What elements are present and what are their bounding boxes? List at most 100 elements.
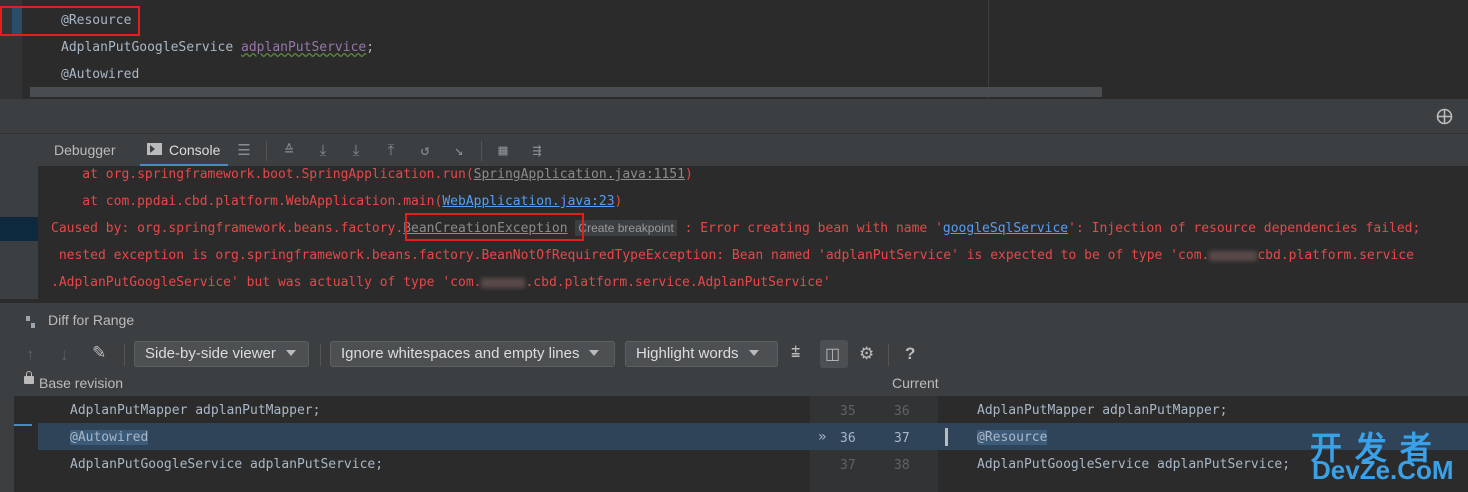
lock-icon [24,371,34,384]
editor-line-field: AdplanPutGoogleService adplanPutService; [61,40,374,55]
viewer-dropdown-label: Side-by-side viewer [145,345,276,362]
edit-icon[interactable]: ✎ [92,343,106,363]
text-cursor [945,428,948,446]
active-tab-indicator [140,164,228,166]
line-number-left: 37 [840,458,856,473]
base-revision-label: Base revision [39,375,124,391]
line-number-right: 37 [894,431,910,446]
left-diff-pane[interactable]: AdplanPutMapper adplanPutMapper; @Autowi… [14,396,810,492]
code-editor[interactable]: @Resource AdplanPutGoogleService adplanP… [0,0,1468,99]
diff-window: Diff for Range ↑ ↓ ✎ Side-by-side viewer… [0,303,1468,492]
toolbar-separator [888,344,889,366]
diff-line: AdplanPutMapper adplanPutMapper; [977,403,1228,418]
diff-gutter: 35 36 » 36 37 37 38 [810,396,938,492]
current-label: Current [892,375,939,391]
change-marker [14,424,32,426]
help-icon[interactable]: ? [905,344,915,364]
changed-line-highlight [38,423,810,450]
console-text: .AdplanPutGoogleService' but was actuall… [51,275,482,290]
chevron-down-icon [748,350,759,356]
watermark-bottom: DevZe.CoM [1312,455,1454,485]
console-text: ) [614,194,623,209]
field-name: adplanPutService [241,40,367,55]
editor-divider [988,0,989,99]
step-over-icon[interactable]: ⤓ [315,142,331,158]
changed-word: @Resource [977,430,1048,445]
next-difference-icon[interactable]: ↓ [60,345,69,365]
diff-line: AdplanPutGoogleService adplanPutService; [977,457,1291,472]
line-number-left: 36 [840,431,856,446]
show-execution-point-icon[interactable]: ≙ [281,142,297,158]
console-line: nested exception is org.springframework.… [51,248,1414,263]
source-link[interactable]: SpringApplication.java:1151 [474,167,685,182]
toolbar-separator [481,141,482,161]
diff-title: Diff for Range [48,312,135,328]
selected-frame [0,217,38,241]
chevron-down-icon [285,350,296,356]
tool-window-tabs: Debugger Console ☰ ≙ ⤓ ⤓ ⤒ ↺ ↘ ▦ ⇶ [0,134,1468,166]
crosshair-icon[interactable] [1436,108,1453,125]
console-text: Caused by: org.springframework.beans.fac… [51,221,404,236]
console-line: at org.springframework.boot.SpringApplic… [51,167,693,182]
console-text: cbd.platform.service [1257,248,1414,263]
diff-line-changed: @Autowired [70,430,149,445]
console-text: at com.ppdai.cbd.platform.WebApplication… [51,194,443,209]
console-text: ': Injection of resource dependencies fa… [1068,221,1421,236]
line-number-right: 36 [894,404,910,419]
toolbar-separator [266,141,267,161]
console-text: at org.springframework.boot.SpringApplic… [51,167,474,182]
line-number-left: 35 [840,404,856,419]
source-link[interactable]: WebApplication.java:23 [442,194,614,209]
previous-difference-icon[interactable]: ↑ [26,345,35,365]
diff-line: AdplanPutGoogleService adplanPutService; [70,457,384,472]
tab-debugger[interactable]: Debugger [54,142,116,158]
line-number-right: 38 [894,458,910,473]
console-text: .cbd.platform.service.AdplanPutService' [525,275,831,290]
console-text: ) [684,167,693,182]
whitespace-dropdown-label: Ignore whitespaces and empty lines [341,345,580,362]
gear-icon[interactable]: ⚙ [859,344,874,364]
sync-scroll-icon: ◫ [825,346,841,363]
viewer-dropdown[interactable]: Side-by-side viewer [134,341,309,367]
changed-line-highlight [810,423,938,450]
tab-console[interactable]: Console [169,142,220,158]
semicolon: ; [366,40,375,55]
redacted-text [1209,250,1258,261]
console-left-bar [0,166,38,299]
type-name: AdplanPutGoogleService [61,40,234,55]
create-breakpoint-hint[interactable]: Create breakpoint [575,220,677,236]
editor-line-annotation: @Resource [61,13,132,28]
redacted-text [481,277,526,288]
bean-link[interactable]: googleSqlService [943,221,1068,236]
debug-tool-window: Debugger Console ☰ ≙ ⤓ ⤓ ⤒ ↺ ↘ ▦ ⇶ at or… [0,99,1468,299]
apply-change-icon[interactable]: » [818,429,826,445]
toolbar-separator [124,344,125,366]
diff-line-changed: @Resource [977,430,1048,445]
trace-icon[interactable]: ⇶ [529,142,545,158]
console-text: : Error creating bean with name ' [676,221,943,236]
console-icon [147,143,162,155]
console-line: .AdplanPutGoogleService' but was actuall… [51,275,831,290]
highlight-dropdown-label: Highlight words [636,345,739,362]
console-text: nested exception is org.springframework.… [51,248,1210,263]
editor-line-annotation-2: @Autowired [61,67,140,82]
changed-word: @Autowired [70,430,149,445]
sync-scroll-toggle[interactable]: ◫ [820,340,848,368]
menu-icon[interactable]: ☰ [236,142,252,158]
step-into-icon[interactable]: ⤓ [348,142,364,158]
whitespace-dropdown[interactable]: Ignore whitespaces and empty lines [330,341,615,367]
highlight-box [405,213,584,241]
toolbar-separator [320,344,321,366]
horizontal-scrollbar[interactable] [30,87,1102,97]
drop-frame-icon[interactable]: ↺ [417,142,433,158]
diff-line: AdplanPutMapper adplanPutMapper; [70,403,321,418]
step-out-icon[interactable]: ⤒ [383,142,399,158]
collapse-unchanged-icon[interactable]: ⩲ [791,344,800,362]
evaluate-expression-icon[interactable]: ▦ [495,142,511,158]
tool-window-header [0,99,1468,134]
run-to-cursor-icon[interactable]: ↘ [451,142,467,158]
chevron-down-icon [589,350,600,356]
highlight-dropdown[interactable]: Highlight words [625,341,778,367]
console-line: Caused by: org.springframework.beans.fac… [51,220,1421,236]
diff-icon [26,316,35,328]
